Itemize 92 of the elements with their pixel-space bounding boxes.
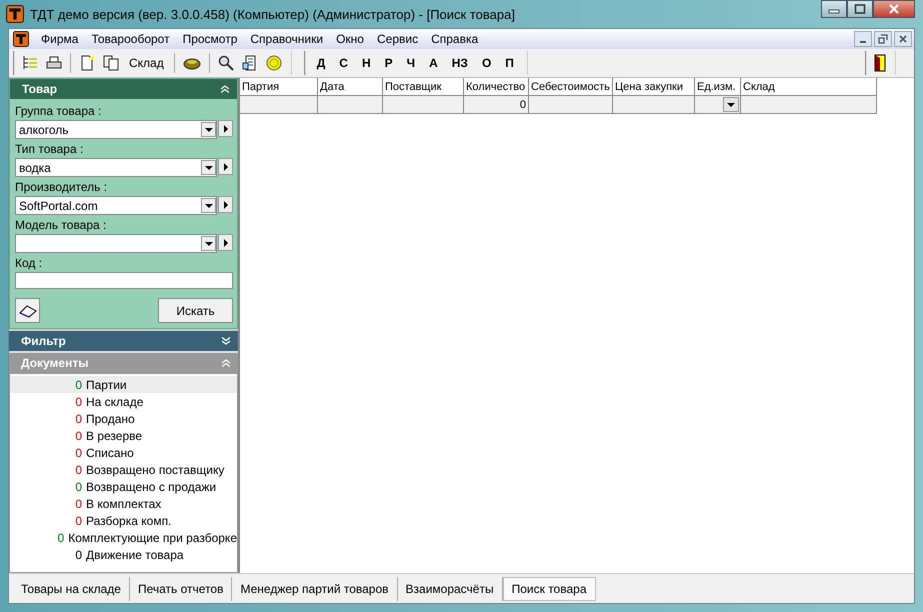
document-count: 0 [74, 514, 83, 528]
document-item[interactable]: 0 Движение товара [10, 546, 237, 563]
right-arrow-icon [224, 200, 228, 208]
field-label: Код : [15, 256, 44, 270]
menu-item[interactable]: Просмотр [176, 32, 244, 46]
close-icon [888, 4, 900, 14]
document-item[interactable]: 0 На складе [10, 393, 237, 410]
maximize-icon [854, 4, 866, 14]
toolbar-button[interactable]: НЗ [444, 54, 475, 72]
field-label: Производитель : [15, 180, 108, 194]
column-header[interactable]: Ед.изм. [695, 78, 741, 96]
column-header[interactable]: Поставщик [383, 78, 464, 96]
panel-header[interactable]: Фильтр [9, 329, 238, 351]
document-item[interactable]: 0 Списано [10, 444, 237, 461]
restore-button[interactable] [874, 31, 892, 47]
column-header[interactable]: Партия [240, 78, 318, 96]
document-count: 0 [74, 496, 83, 510]
code-input[interactable] [15, 272, 233, 289]
document-item[interactable]: 0 Возвращено поставщику [10, 461, 237, 478]
panel-title: Фильтр [21, 334, 66, 348]
collapse-chevron-icon[interactable] [222, 359, 230, 367]
panel-header[interactable]: Товар [10, 79, 237, 99]
column-header[interactable]: Склад [741, 78, 877, 96]
right-arrow-icon [224, 162, 228, 170]
minimize-button[interactable] [821, 0, 847, 18]
arrow-button[interactable] [218, 196, 233, 213]
right-arrow-icon [224, 124, 228, 132]
warehouse-button[interactable]: Склад [124, 54, 169, 72]
document-count: 0 [56, 530, 66, 544]
document-item[interactable]: 0 В резерве [10, 427, 237, 444]
search-button[interactable]: Искать [158, 298, 233, 323]
menu-item[interactable]: Товарооборот [85, 32, 177, 46]
document-count: 0 [74, 394, 83, 408]
close-button[interactable] [873, 0, 915, 18]
dropdown-field[interactable]: водка [15, 158, 217, 177]
document-item[interactable]: 0 Партии [10, 376, 237, 393]
document-count: 0 [74, 548, 83, 562]
document-count: 0 [74, 462, 83, 476]
document-count: 0 [74, 412, 83, 426]
document-count: 0 [74, 480, 83, 494]
column-header[interactable]: Цена закупки [613, 78, 695, 96]
menu-item[interactable]: Фирма [35, 32, 86, 46]
document-item[interactable]: 0 Разборка комп. [10, 512, 237, 529]
toolbar-button[interactable]: С [332, 54, 355, 72]
expand-chevron-icon[interactable] [222, 337, 230, 345]
right-arrow-icon [224, 238, 228, 246]
app-logo-icon [6, 5, 24, 23]
restore-icon [878, 34, 888, 44]
arrow-button[interactable] [218, 120, 233, 137]
close-icon [898, 34, 908, 44]
menu-item[interactable]: Сервис [370, 32, 426, 46]
document-item[interactable]: 0 В комплектах [10, 495, 237, 512]
dropdown-field[interactable]: SoftPortal.com [15, 196, 217, 215]
column-header[interactable]: Себестоимость [529, 78, 613, 96]
window-title: ТДТ демо версия (вер. 3.0.0.458) (Компьютер) (Администратор) - [Поиск товара] [30, 6, 516, 22]
document-count: 0 [74, 428, 83, 442]
document-item[interactable]: 0 Возвращено с продажи [10, 478, 237, 495]
arrow-button[interactable] [218, 158, 233, 175]
app-logo-icon [13, 31, 29, 47]
document-item[interactable]: 0 Продано [10, 410, 237, 427]
table-cell: 0 [464, 96, 529, 114]
toolbar-button[interactable]: А [422, 54, 445, 72]
toolbar-button[interactable]: Р [378, 54, 400, 72]
toolbar-button[interactable]: О [474, 54, 498, 72]
column-header[interactable]: Дата [318, 78, 383, 96]
minimize-icon [860, 41, 866, 43]
toolbar-button[interactable]: Н [354, 54, 378, 72]
maximize-button[interactable] [847, 0, 873, 18]
field-label: Тип товара : [15, 142, 84, 156]
tab[interactable]: Поиск товара [502, 576, 596, 600]
arrow-button[interactable] [218, 234, 233, 251]
minimize-button[interactable] [854, 31, 872, 47]
column-header[interactable]: Количество [464, 78, 529, 96]
panel-title: Товар [22, 82, 58, 96]
toolbar-button[interactable]: П [498, 54, 521, 72]
document-item[interactable]: 0 Комплектующие при разборке [10, 529, 237, 546]
document-count: 0 [74, 446, 83, 460]
field-label: Модель товара : [15, 218, 108, 232]
document-count: 0 [74, 378, 83, 392]
menu-item[interactable]: Справочники [244, 32, 330, 46]
close-button[interactable] [894, 31, 912, 47]
eraser-icon[interactable] [15, 298, 40, 323]
toolbar-button[interactable]: Д [310, 54, 332, 72]
table-cell [318, 96, 383, 114]
toolbar-button[interactable]: Ч [400, 54, 422, 72]
menu-item[interactable]: Окно [330, 32, 371, 46]
dropdown-field[interactable] [15, 234, 217, 253]
menu-item[interactable]: Справка [425, 32, 486, 46]
panel-title: Документы [21, 356, 88, 370]
dropdown-field[interactable]: алкоголь [15, 120, 217, 139]
field-label: Группа товара : [15, 104, 102, 118]
collapse-chevron-icon[interactable] [221, 85, 229, 93]
